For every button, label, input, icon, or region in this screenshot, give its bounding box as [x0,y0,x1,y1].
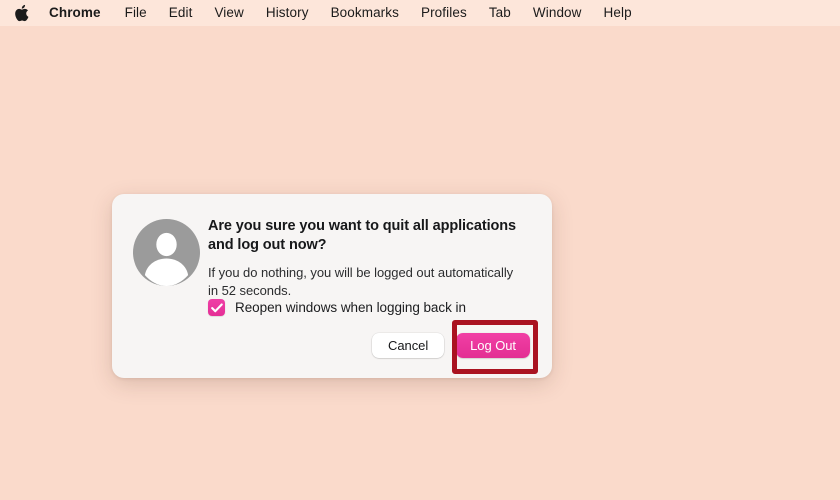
dialog-title: Are you sure you want to quit all applic… [208,218,517,253]
logout-confirmation-dialog: Are you sure you want to quit all applic… [112,194,552,378]
dialog-subtitle: If you do nothing, you will be logged ou… [208,265,514,298]
log-out-button[interactable]: Log Out [456,333,530,358]
dialog-button-row: Cancel Log Out [372,333,530,358]
checkmark-icon [210,302,223,312]
menu-item-file[interactable]: File [114,0,158,26]
menu-item-bookmarks[interactable]: Bookmarks [320,0,410,26]
reopen-windows-checkbox-row[interactable]: Reopen windows when logging back in [208,299,466,316]
cancel-button[interactable]: Cancel [372,333,445,358]
macos-menu-bar: Chrome File Edit View History Bookmarks … [0,0,840,26]
apple-logo-icon[interactable] [14,4,29,22]
reopen-windows-checkbox[interactable] [208,299,225,316]
reopen-windows-checkbox-label: Reopen windows when logging back in [235,300,466,315]
menu-item-view[interactable]: View [203,0,254,26]
user-avatar-icon [133,219,200,286]
desktop-background: Chrome File Edit View History Bookmarks … [0,0,840,500]
menu-item-history[interactable]: History [255,0,320,26]
menu-item-chrome[interactable]: Chrome [49,0,114,26]
menu-item-tab[interactable]: Tab [478,0,522,26]
menu-item-edit[interactable]: Edit [158,0,204,26]
dialog-text-block: Are you sure you want to quit all applic… [208,217,530,299]
menu-item-window[interactable]: Window [522,0,593,26]
menu-item-profiles[interactable]: Profiles [410,0,478,26]
menu-item-help[interactable]: Help [593,0,643,26]
